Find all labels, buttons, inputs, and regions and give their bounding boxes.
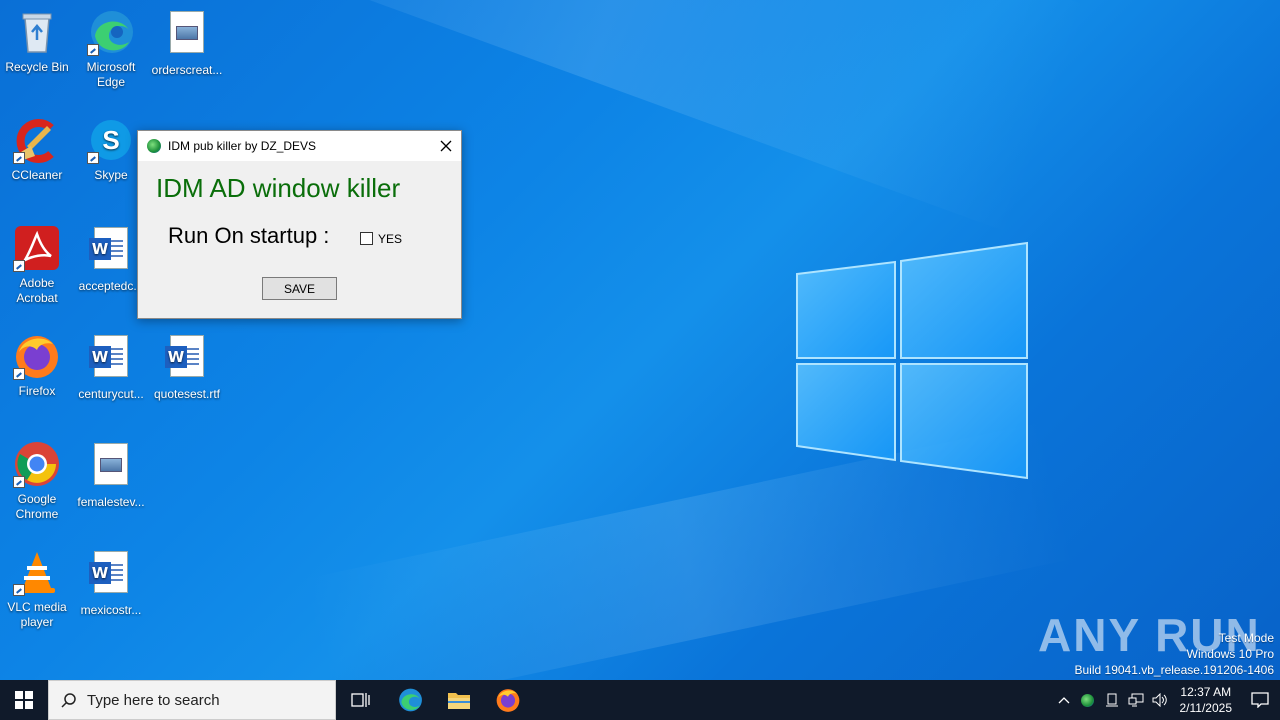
icon-label: quotesest.rtf: [153, 387, 221, 401]
taskbar-firefox-button[interactable]: [483, 680, 532, 720]
app-icon: [147, 139, 161, 153]
taskbar: Type here to search 12:37 AM 2/11/2025: [0, 680, 1280, 720]
device-icon: [1105, 693, 1118, 707]
desktop-icon-femalestev[interactable]: femalestev...: [74, 440, 148, 510]
close-button[interactable]: [431, 131, 461, 161]
icon-label: Google Chrome: [15, 492, 59, 521]
chevron-up-icon: [1058, 697, 1069, 704]
tray-app-button[interactable]: [1076, 680, 1100, 720]
watermark-line2: Windows 10 Pro: [1186, 647, 1274, 661]
vlc-icon: [13, 548, 61, 596]
windows-start-icon: [15, 691, 33, 709]
recycle-bin-icon: [13, 8, 61, 56]
start-button[interactable]: [0, 680, 48, 720]
desktop-icon-mexicostr[interactable]: W mexicostr...: [74, 548, 148, 618]
close-icon: [440, 140, 452, 152]
edge-icon: [87, 8, 135, 56]
word-doc-icon: W: [163, 335, 211, 383]
network-button[interactable]: [1124, 680, 1148, 720]
icon-label: centurycut...: [78, 387, 144, 401]
save-button[interactable]: SAVE: [262, 277, 337, 300]
dialog-titlebar[interactable]: IDM pub killer by DZ_DEVS: [138, 131, 461, 161]
icon-label: mexicostr...: [80, 603, 142, 617]
taskbar-clock[interactable]: 12:37 AM 2/11/2025: [1172, 684, 1241, 716]
desktop-icon-adobe-acrobat[interactable]: Adobe Acrobat: [0, 224, 74, 306]
clock-date: 2/11/2025: [1179, 701, 1233, 715]
watermark-line1: Test Mode: [1218, 631, 1274, 645]
test-mode-watermark: Test Mode Windows 10 Pro Build 19041.vb_…: [1075, 630, 1275, 678]
windows-logo-wallpaper: [796, 241, 1028, 480]
taskbar-search-box[interactable]: Type here to search: [48, 680, 336, 720]
folder-icon: [447, 693, 470, 709]
taskbar-file-explorer-button[interactable]: [434, 680, 483, 720]
desktop-icon-vlc[interactable]: VLC media player: [0, 548, 74, 630]
volume-button[interactable]: [1148, 680, 1172, 720]
system-tray: 12:37 AM 2/11/2025: [1052, 680, 1280, 720]
firefox-icon: [496, 689, 519, 712]
watermark-line3: Build 19041.vb_release.191206-1406: [1074, 663, 1275, 677]
task-view-icon: [350, 693, 370, 707]
notification-icon: [1251, 692, 1269, 708]
ccleaner-icon: [13, 116, 61, 164]
desktop-icon-orderscreat[interactable]: orderscreat...: [150, 8, 224, 78]
search-icon: [61, 693, 76, 708]
idm-killer-dialog: IDM pub killer by DZ_DEVS IDM AD window …: [137, 130, 462, 319]
desktop-icon-google-chrome[interactable]: Google Chrome: [0, 440, 74, 522]
icon-label: CCleaner: [11, 168, 63, 182]
idm-killer-tray-icon: [1081, 693, 1094, 707]
show-hidden-icons-button[interactable]: [1052, 680, 1076, 720]
taskbar-edge-button[interactable]: [385, 680, 434, 720]
desktop-icon-edge[interactable]: Microsoft Edge: [74, 8, 148, 90]
icon-label: orderscreat...: [151, 63, 223, 77]
network-icon: [1128, 693, 1143, 707]
run-on-startup-label: Run On startup :: [168, 223, 330, 248]
word-doc-icon: W: [87, 335, 135, 383]
icon-label: Adobe Acrobat: [16, 276, 58, 305]
desktop-icon-firefox[interactable]: Firefox: [0, 332, 74, 399]
icon-label: femalestev...: [77, 495, 145, 509]
image-file-icon: [87, 443, 135, 491]
run-on-startup-checkbox[interactable]: [360, 232, 373, 245]
dialog-title: IDM pub killer by DZ_DEVS: [168, 139, 317, 153]
speaker-icon: [1152, 693, 1167, 707]
task-view-button[interactable]: [336, 680, 385, 720]
chrome-icon: [13, 440, 61, 488]
checkbox-label[interactable]: YES: [378, 232, 402, 246]
clock-time: 12:37 AM: [1180, 685, 1232, 699]
tray-device-button[interactable]: [1100, 680, 1124, 720]
desktop-icon-recycle-bin[interactable]: Recycle Bin: [0, 8, 74, 75]
dialog-heading: IDM AD window killer: [156, 173, 401, 203]
icon-label: VLC media player: [7, 600, 67, 629]
acrobat-icon: [13, 224, 61, 272]
skype-icon: S: [87, 116, 135, 164]
search-placeholder: Type here to search: [87, 691, 220, 709]
desktop-icon-ccleaner[interactable]: CCleaner: [0, 116, 74, 183]
desktop-icon-centurycut[interactable]: W centurycut...: [74, 332, 148, 402]
image-file-icon: [163, 11, 211, 59]
action-center-button[interactable]: [1240, 680, 1280, 720]
word-doc-icon: W: [87, 227, 135, 275]
icon-label: Microsoft Edge: [86, 60, 136, 89]
icon-label: Recycle Bin: [5, 60, 69, 74]
word-doc-icon: W: [87, 551, 135, 599]
icon-label: Firefox: [18, 384, 56, 398]
svg-text:S: S: [102, 125, 119, 155]
desktop-icon-quotesest[interactable]: W quotesest.rtf: [150, 332, 224, 402]
firefox-icon: [13, 332, 61, 380]
edge-icon: [398, 688, 422, 712]
